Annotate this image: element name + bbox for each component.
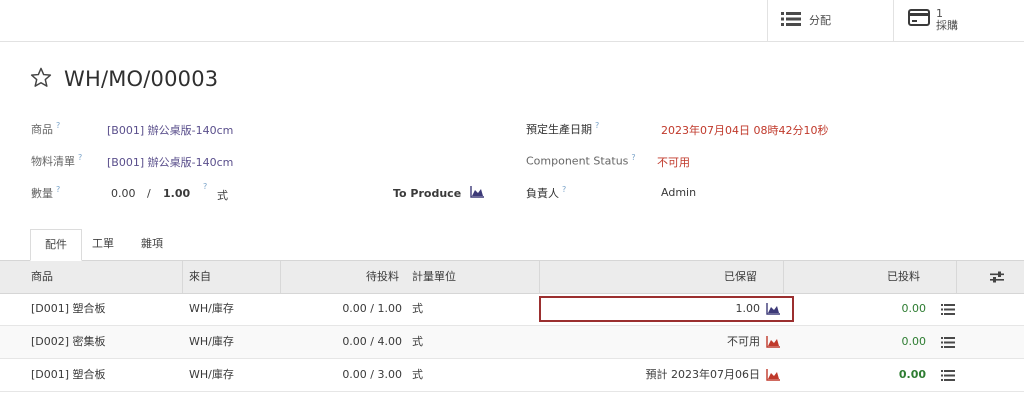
component-status-value: 不可用 bbox=[657, 156, 690, 169]
table-row[interactable]: [D001] 塑合板 WH/庫存 0.00 / 1.00 式 1.00 0.00 bbox=[0, 293, 1024, 326]
column-reserved[interactable]: 已保留 bbox=[724, 261, 757, 293]
help-icon[interactable]: ? bbox=[595, 121, 599, 130]
help-icon[interactable]: ? bbox=[78, 153, 82, 162]
scheduled-date-label: 預定生產日期? bbox=[526, 121, 600, 136]
help-icon[interactable]: ? bbox=[631, 153, 635, 162]
row-source: WH/庫存 bbox=[189, 335, 234, 348]
list-detail-icon[interactable] bbox=[941, 370, 955, 384]
bom-field-value[interactable]: [B001] 辦公桌版-140cm bbox=[107, 154, 233, 170]
row-source: WH/庫存 bbox=[189, 302, 234, 315]
quantity-total[interactable]: 1.00 bbox=[163, 187, 190, 200]
allocation-button[interactable]: 分配 bbox=[767, 0, 894, 41]
column-consumed[interactable]: 已投料 bbox=[887, 261, 920, 293]
sliders-icon[interactable] bbox=[990, 271, 1004, 286]
column-product[interactable]: 商品 bbox=[31, 261, 53, 293]
component-status-label: Component Status? bbox=[526, 153, 636, 168]
quantity-field-label: 數量? bbox=[31, 185, 61, 200]
column-to-consume[interactable]: 待投料 bbox=[366, 261, 399, 293]
area-chart-icon[interactable] bbox=[766, 369, 781, 384]
tab-components[interactable]: 配件 bbox=[30, 229, 82, 261]
area-chart-icon[interactable] bbox=[766, 336, 781, 351]
notebook-tabs: 配件 工單 雜項 bbox=[0, 229, 1024, 261]
list-detail-icon[interactable] bbox=[941, 337, 955, 351]
product-field-value[interactable]: [B001] 辦公桌版-140cm bbox=[107, 122, 233, 138]
purchase-label: 採購 bbox=[936, 18, 958, 32]
help-icon[interactable]: ? bbox=[56, 185, 60, 194]
help-icon[interactable]: ? bbox=[203, 182, 207, 191]
row-consumed[interactable]: 0.00 bbox=[850, 326, 927, 358]
row-reserved: 1.00 bbox=[735, 302, 761, 315]
help-icon[interactable]: ? bbox=[56, 121, 60, 130]
row-reserved: 預計 2023年07月06日 bbox=[645, 368, 761, 381]
area-chart-icon[interactable] bbox=[766, 303, 781, 318]
row-product: [D001] 塑合板 bbox=[31, 368, 106, 381]
page-title: WH/MO/00003 bbox=[64, 67, 219, 91]
column-source[interactable]: 來自 bbox=[189, 261, 211, 293]
tab-miscellaneous[interactable]: 雜項 bbox=[141, 229, 163, 259]
responsible-label: 負責人? bbox=[526, 185, 567, 200]
row-product: [D001] 塑合板 bbox=[31, 302, 106, 315]
quantity-produced: 0.00 bbox=[111, 187, 136, 200]
product-field-label: 商品? bbox=[31, 121, 61, 136]
row-reserved: 不可用 bbox=[727, 335, 760, 348]
table-header: 商品 來自 待投料 計量單位 已保留 已投料 bbox=[0, 260, 1024, 294]
row-to-consume: 0.00 / 1.00 bbox=[342, 302, 402, 315]
row-uom: 式 bbox=[412, 368, 423, 381]
table-row[interactable]: [D002] 密集板 WH/庫存 0.00 / 4.00 式 不可用 0.00 bbox=[0, 326, 1024, 359]
purchase-count: 1 bbox=[936, 6, 943, 20]
record-title-row: WH/MO/00003 bbox=[30, 67, 218, 91]
column-uom[interactable]: 計量單位 bbox=[412, 261, 456, 293]
scheduled-date-value[interactable]: 2023年07月04日 08時42分10秒 bbox=[661, 122, 828, 138]
row-product: [D002] 密集板 bbox=[31, 335, 106, 348]
row-consumed[interactable]: 0.00 bbox=[850, 293, 927, 325]
row-source: WH/庫存 bbox=[189, 368, 234, 381]
credit-card-icon bbox=[908, 8, 930, 29]
quantity-separator: / bbox=[147, 187, 151, 200]
tab-work-orders[interactable]: 工單 bbox=[92, 229, 114, 259]
row-consumed[interactable]: 0.00 bbox=[850, 359, 926, 391]
allocation-label: 分配 bbox=[809, 13, 831, 27]
row-uom: 式 bbox=[412, 335, 423, 348]
row-to-consume: 0.00 / 4.00 bbox=[342, 335, 402, 348]
list-detail-icon[interactable] bbox=[941, 304, 955, 318]
smart-buttons-bar: 分配 1 採購 bbox=[0, 0, 1024, 42]
table-row[interactable]: [D001] 塑合板 WH/庫存 0.00 / 3.00 式 預計 2023年0… bbox=[0, 359, 1024, 392]
list-icon bbox=[781, 11, 801, 30]
responsible-value[interactable]: Admin bbox=[661, 186, 696, 199]
row-uom: 式 bbox=[412, 302, 423, 315]
purchase-button[interactable]: 1 採購 bbox=[893, 0, 1024, 41]
help-icon[interactable]: ? bbox=[562, 185, 566, 194]
row-to-consume: 0.00 / 3.00 bbox=[342, 368, 402, 381]
bom-field-label: 物料清單? bbox=[31, 153, 83, 168]
to-produce-label: To Produce bbox=[393, 187, 462, 200]
quantity-uom: 式 bbox=[217, 189, 228, 202]
area-chart-icon[interactable] bbox=[470, 186, 485, 201]
star-outline-icon[interactable] bbox=[30, 67, 52, 91]
